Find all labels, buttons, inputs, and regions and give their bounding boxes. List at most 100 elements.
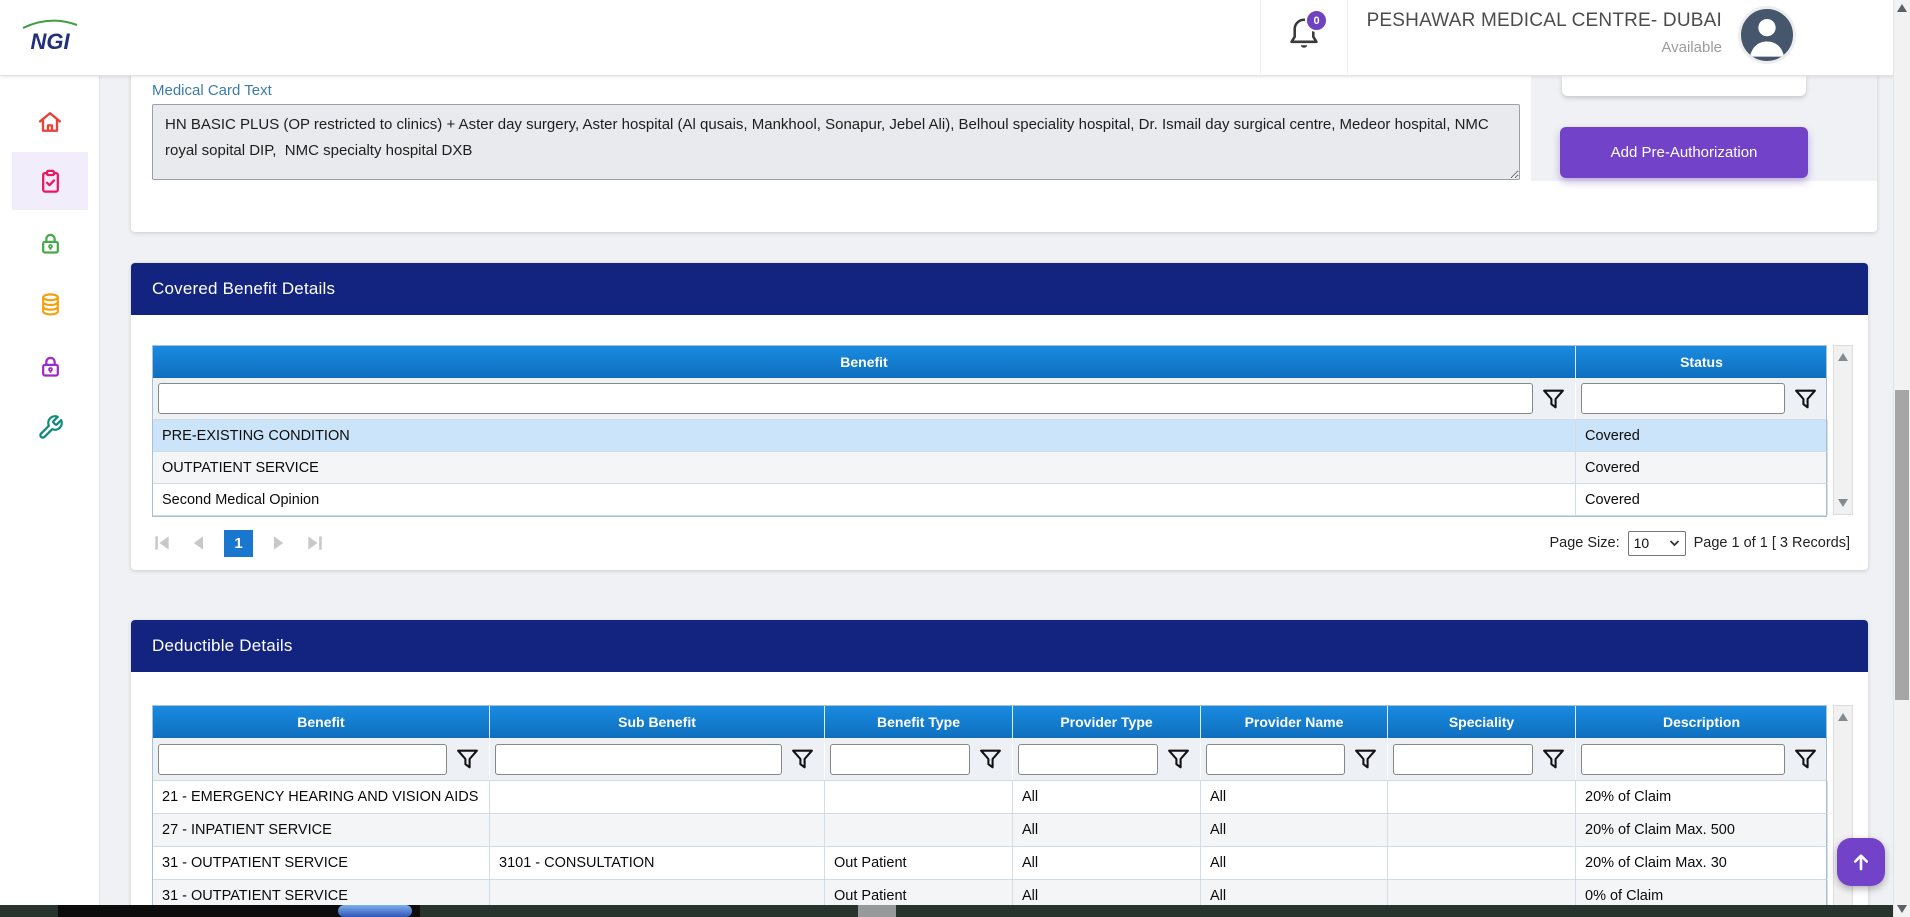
column-header-speciality[interactable]: Speciality: [1388, 706, 1576, 738]
filter-icon[interactable]: [790, 746, 815, 772]
first-page-button[interactable]: [152, 533, 172, 553]
sidebar-item-security[interactable]: [0, 337, 100, 395]
filter-icon[interactable]: [1793, 386, 1818, 412]
table-row[interactable]: Second Medical Opinion Covered: [153, 484, 1828, 516]
covered-benefits-table: Benefit Status PRE-EXISTING CONDITION Cover…: [152, 345, 1828, 517]
table-cell: Covered: [1576, 452, 1828, 483]
scroll-up-icon[interactable]: [1838, 713, 1848, 721]
filter-input-provider-type[interactable]: [1018, 743, 1158, 775]
add-preauthorization-button[interactable]: Add Pre-Authorization: [1560, 127, 1808, 178]
filter-input-sub-benefit[interactable]: [495, 743, 782, 775]
filter-input-benefit[interactable]: [158, 383, 1533, 414]
table-cell: All: [1201, 781, 1388, 813]
table-cell: [1388, 847, 1576, 879]
panel-title: Covered Benefit Details: [131, 263, 1868, 315]
table-cell: All: [1201, 814, 1388, 846]
table-cell: 20% of Claim Max. 500: [1576, 814, 1828, 846]
column-header-benefit-type[interactable]: Benefit Type: [825, 706, 1013, 738]
filter-icon[interactable]: [1541, 386, 1566, 412]
table-header-row: Benefit Status: [153, 346, 1828, 378]
provider-name: PESHAWAR MEDICAL CENTRE- DUBAI: [1366, 10, 1722, 31]
table-row[interactable]: 31 - OUTPATIENT SERVICE 3101 - CONSULTATI…: [153, 847, 1828, 880]
filter-row: [153, 738, 1828, 781]
page-summary: Page 1 of 1 [ 3 Records]: [1693, 535, 1850, 551]
filter-row: [153, 378, 1828, 420]
table-cell: OUTPATIENT SERVICE: [153, 452, 1576, 483]
sidebar-item-records[interactable]: [0, 275, 100, 333]
coins-stack-icon: [41, 292, 59, 315]
table-cell: [490, 814, 825, 846]
column-header-provider-name[interactable]: Provider Name: [1201, 706, 1388, 738]
table-cell: [490, 781, 825, 813]
sidebar-item-home[interactable]: [0, 93, 100, 151]
scroll-up-icon[interactable]: [1838, 353, 1848, 361]
bottom-strip-logo: [338, 905, 412, 917]
page-size-select[interactable]: 10: [1627, 530, 1686, 556]
table-row[interactable]: 21 - EMERGENCY HEARING AND VISION AIDS Al…: [153, 781, 1828, 814]
table-cell: [825, 781, 1013, 813]
scroll-down-icon[interactable]: [1897, 905, 1907, 913]
scrollbar-thumb[interactable]: [1895, 390, 1909, 700]
sidebar-item-unlock[interactable]: [0, 214, 100, 272]
covered-benefit-details-panel: Covered Benefit Details Benefit Status PRE…: [131, 263, 1868, 570]
availability-status: Available: [1661, 39, 1722, 56]
scroll-up-icon[interactable]: [1897, 4, 1907, 12]
filter-icon[interactable]: [1166, 746, 1191, 772]
last-page-button[interactable]: [305, 533, 325, 553]
deductible-details-panel: Deductible Details Benefit Sub Benefit Ben…: [131, 620, 1868, 917]
person-icon: [1750, 18, 1784, 57]
avatar[interactable]: [1738, 6, 1796, 64]
table-row[interactable]: OUTPATIENT SERVICE Covered: [153, 452, 1828, 484]
next-page-button[interactable]: [269, 533, 289, 553]
table-cell: 27 - INPATIENT SERVICE: [153, 814, 490, 846]
table-cell: All: [1013, 847, 1201, 879]
medical-card-text-label: Medical Card Text: [152, 82, 272, 99]
table-cell: [1388, 781, 1576, 813]
previous-page-button[interactable]: [188, 533, 208, 553]
filter-cell: [1576, 738, 1828, 780]
column-header-description[interactable]: Description: [1576, 706, 1828, 738]
column-header-provider-type[interactable]: Provider Type: [1013, 706, 1201, 738]
current-page-button[interactable]: 1: [224, 529, 253, 557]
table-row[interactable]: 27 - INPATIENT SERVICE All All 20% of Claim…: [153, 814, 1828, 847]
filter-icon[interactable]: [1541, 746, 1566, 772]
filter-input-speciality[interactable]: [1393, 743, 1533, 775]
filter-cell: [825, 738, 1013, 780]
column-header-sub-benefit[interactable]: Sub Benefit: [490, 706, 825, 738]
medical-card-textarea[interactable]: HN BASIC PLUS (OP restricted to clinics)…: [152, 104, 1520, 180]
column-header-status[interactable]: Status: [1576, 346, 1828, 378]
filter-input-status[interactable]: [1581, 383, 1785, 414]
ngi-logo: NGI: [0, 0, 100, 75]
filter-input-provider-name[interactable]: [1206, 743, 1345, 775]
column-header-benefit[interactable]: Benefit: [153, 706, 490, 738]
filter-icon[interactable]: [1793, 746, 1818, 772]
sidebar-item-tools[interactable]: [0, 398, 100, 456]
header-divider: [1260, 0, 1261, 74]
filter-input-benefit[interactable]: [158, 743, 447, 775]
filter-icon[interactable]: [455, 746, 480, 772]
scrolled-panel-edge: [1562, 75, 1806, 96]
panel-title: Deductible Details: [131, 620, 1868, 672]
table-cell: Covered: [1576, 420, 1828, 451]
scroll-down-icon[interactable]: [1838, 499, 1848, 507]
page-scrollbar[interactable]: [1893, 0, 1910, 917]
table-cell: Second Medical Opinion: [153, 484, 1576, 515]
filter-cell: [1576, 378, 1828, 419]
column-header-benefit[interactable]: Benefit: [153, 346, 1576, 378]
filter-cell: [1388, 738, 1576, 780]
notification-badge: 0: [1305, 9, 1328, 32]
filter-input-description[interactable]: [1581, 743, 1785, 775]
filter-input-benefit-type[interactable]: [830, 743, 970, 775]
table-cell: All: [1201, 847, 1388, 879]
table-cell: 3101 - CONSULTATION: [490, 847, 825, 879]
sidebar-item-claims[interactable]: [12, 152, 88, 210]
table-scrollbar[interactable]: [1833, 345, 1853, 515]
filter-icon[interactable]: [1353, 746, 1378, 772]
notifications-button[interactable]: 0: [1286, 9, 1332, 62]
pagination-info: Page Size: 10 Page 1 of 1 [ 3 Records]: [1549, 529, 1850, 557]
filter-icon[interactable]: [978, 746, 1003, 772]
table-row[interactable]: PRE-EXISTING CONDITION Covered: [153, 420, 1828, 452]
padlock-purple-icon: [41, 356, 59, 377]
filter-cell: [490, 738, 825, 780]
scroll-to-top-button[interactable]: [1837, 838, 1885, 886]
